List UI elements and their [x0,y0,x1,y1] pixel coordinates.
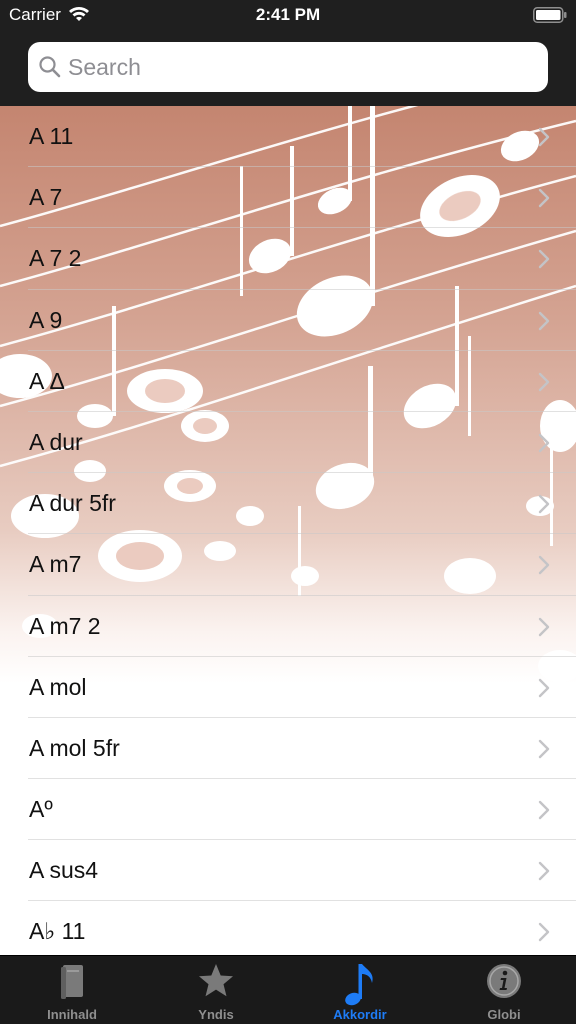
chord-row[interactable]: A m7 2 [0,596,576,657]
chord-label: A♭ 11 [29,918,86,945]
chevron-right-icon [538,372,550,391]
chord-list-area[interactable]: A 11 A 7 A 7 2 A 9 A Δ A dur A dur 5fr A… [0,106,576,955]
chord-label: A 11 [29,123,74,149]
chord-row[interactable]: A Δ [0,351,576,412]
chord-row[interactable]: A 7 2 [0,228,576,290]
tab-label: Innihald [47,1007,97,1022]
chevron-right-icon [538,250,550,269]
chord-row[interactable]: A mol [0,657,576,718]
chevron-right-icon [538,800,550,820]
chevron-right-icon [538,739,550,759]
chevron-right-icon [538,494,550,514]
status-bar: Carrier 2:41 PM [0,0,576,30]
chord-label: Aº [29,796,53,823]
search-icon [39,56,61,78]
chord-label: A 7 [29,184,63,211]
search-input[interactable] [68,42,538,92]
chord-row[interactable]: A sus4 [0,840,576,902]
info-icon [487,964,521,998]
battery-icon [533,7,567,23]
chevron-right-icon [538,188,550,208]
chord-label: A 7 2 [29,245,82,272]
tab-bar: Innihald Yndis Akkordir Globi [0,955,576,1024]
tab-label: Globi [487,1007,521,1022]
tab-globi[interactable]: Globi [432,956,576,1024]
chord-label: A m7 [29,551,82,578]
chord-row[interactable]: A dur 5fr [0,473,576,535]
chord-row[interactable]: A 11 [0,106,576,168]
status-time: 2:41 PM [255,5,321,24]
chord-row[interactable]: A♭ 11 [0,901,576,955]
chevron-right-icon [538,617,550,636]
chord-list: A 11 A 7 A 7 2 A 9 A Δ A dur A dur 5fr A… [0,106,576,955]
tab-yndis[interactable]: Yndis [144,956,288,1024]
chord-label: A 9 [29,306,63,333]
chord-label: A Δ [29,367,65,394]
chord-row[interactable]: A dur [0,412,576,474]
tab-label: Akkordir [333,1007,387,1022]
chevron-right-icon [538,433,550,453]
chevron-right-icon [538,127,550,147]
chevron-right-icon [538,923,550,942]
chord-label: A mol 5fr [29,734,120,761]
chord-label: A sus4 [29,857,99,884]
star-icon [199,964,233,997]
chord-label: A dur 5fr [29,490,116,517]
chord-row[interactable]: A mol 5fr [0,718,576,780]
tab-label: Yndis [198,1007,234,1022]
chord-label: A dur [29,428,83,455]
tab-akkordir[interactable]: Akkordir [288,956,432,1024]
chevron-right-icon [538,862,550,881]
search-header [0,30,576,106]
chord-row[interactable]: A 7 [0,167,576,229]
tab-innihald[interactable]: Innihald [0,956,144,1024]
music-note-icon [345,964,373,1006]
chevron-right-icon [538,311,550,330]
chevron-right-icon [538,556,550,575]
chevron-right-icon [538,678,550,697]
chord-row[interactable]: Aº [0,779,576,841]
chord-row[interactable]: A 9 [0,290,576,351]
search-bar[interactable] [28,42,548,92]
book-icon [61,965,83,999]
chord-row[interactable]: A m7 [0,534,576,596]
chord-label: A m7 2 [29,612,101,639]
chord-label: A mol [29,673,87,700]
